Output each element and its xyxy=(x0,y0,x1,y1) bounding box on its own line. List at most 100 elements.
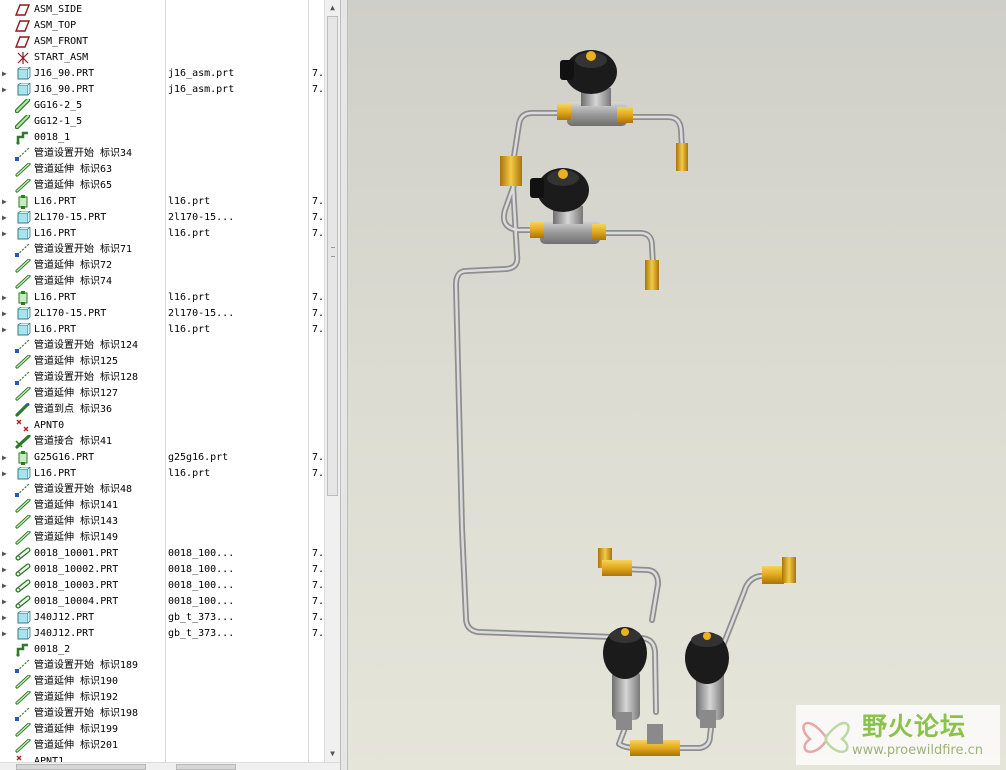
fitting-pair[interactable] xyxy=(598,548,796,584)
tree-row[interactable]: ▶ L16.PRT l16.prt 7. xyxy=(0,322,324,338)
tree-row[interactable]: 管道延伸 标识127 xyxy=(0,386,324,402)
tree-row-name: 0018_10003.PRT xyxy=(34,580,119,591)
tree-row[interactable]: 0018_1 xyxy=(0,130,324,146)
tree-row[interactable]: ▶ J16_90.PRT j16_asm.prt 7. xyxy=(0,82,324,98)
hscroll-thumb-right[interactable] xyxy=(176,764,236,770)
tree-row[interactable]: 管道设置开始 标识198 xyxy=(0,706,324,722)
tree-horizontal-scrollbar[interactable] xyxy=(0,762,340,770)
tree-row-column3: 7. xyxy=(312,212,325,223)
tree-row[interactable]: 管道延伸 标识125 xyxy=(0,354,324,370)
tree-row[interactable]: 管道延伸 标识199 xyxy=(0,722,324,738)
tree-row[interactable]: 管道设置开始 标识48 xyxy=(0,482,324,498)
tree-row[interactable]: 管道延伸 标识65 xyxy=(0,178,324,194)
scroll-up-arrow-icon[interactable]: ▲ xyxy=(325,0,340,15)
expand-arrow-icon[interactable]: ▶ xyxy=(2,210,10,226)
tree-row-name: START_ASM xyxy=(34,52,89,63)
tree-row-name: 管道延伸 标识63 xyxy=(34,164,113,175)
tree-row-file: 0018_100... xyxy=(168,564,235,575)
expand-arrow-icon[interactable]: ▶ xyxy=(2,610,10,626)
tree-row[interactable]: ▶ L16.PRT l16.prt 7. xyxy=(0,466,324,482)
tree-row[interactable]: 0018_2 xyxy=(0,642,324,658)
expand-arrow-icon[interactable]: ▶ xyxy=(2,322,10,338)
tree-row[interactable]: 管道设置开始 标识128 xyxy=(0,370,324,386)
solenoid-valve[interactable] xyxy=(557,50,688,171)
expand-arrow-icon[interactable]: ▶ xyxy=(2,594,10,610)
tree-row[interactable]: 管道设置开始 标识71 xyxy=(0,242,324,258)
tree-row[interactable]: APNT0 xyxy=(0,418,324,434)
expand-arrow-icon[interactable]: ▶ xyxy=(2,450,10,466)
tree-row[interactable]: ▶ L16.PRT l16.prt 7. xyxy=(0,194,324,210)
piping-model-view[interactable] xyxy=(348,0,1006,770)
panel-splitter[interactable] xyxy=(340,0,348,770)
part-icon xyxy=(15,211,31,225)
tree-row[interactable]: ▶ L16.PRT l16.prt 7. xyxy=(0,290,324,306)
tree-row[interactable]: ▶ 0018_10001.PRT 0018_100... 7. xyxy=(0,546,324,562)
pipe-extend-icon xyxy=(15,739,31,753)
tee-fitting[interactable] xyxy=(630,724,680,756)
tree-row-column3: 7. xyxy=(312,228,325,239)
tree-row[interactable]: ▶ 0018_10002.PRT 0018_100... 7. xyxy=(0,562,324,578)
tree-row[interactable]: START_ASM xyxy=(0,50,324,66)
expand-arrow-icon[interactable]: ▶ xyxy=(2,306,10,322)
butterfly-logo-icon xyxy=(802,721,850,754)
tree-row[interactable]: 管道延伸 标识192 xyxy=(0,690,324,706)
pipe-segment-icon xyxy=(15,99,31,113)
solenoid-valve[interactable] xyxy=(500,156,659,290)
solenoid-valve[interactable] xyxy=(685,632,729,728)
tree-row[interactable]: 管道延伸 标识149 xyxy=(0,530,324,546)
tree-row[interactable]: ▶ J40J12.PRT gb_t_373... 7. xyxy=(0,626,324,642)
tree-row[interactable]: ASM_TOP xyxy=(0,18,324,34)
tree-row[interactable]: ASM_SIDE xyxy=(0,2,324,18)
column-divider[interactable] xyxy=(308,0,309,762)
tree-row[interactable]: GG12-1_5 xyxy=(0,114,324,130)
tree-row[interactable]: 管道延伸 标识63 xyxy=(0,162,324,178)
pipeline-icon xyxy=(15,643,31,657)
expand-arrow-icon[interactable]: ▶ xyxy=(2,226,10,242)
scrollbar-thumb[interactable] xyxy=(327,16,338,496)
tree-row[interactable]: 管道延伸 标识141 xyxy=(0,498,324,514)
tree-row-name: 管道延伸 标识201 xyxy=(34,740,119,751)
expand-arrow-icon[interactable]: ▶ xyxy=(2,626,10,642)
pipeline-icon xyxy=(15,131,31,145)
tree-row[interactable]: 管道延伸 标识201 xyxy=(0,738,324,754)
expand-arrow-icon[interactable]: ▶ xyxy=(2,290,10,306)
tree-row-column3: 7. xyxy=(312,308,325,319)
expand-arrow-icon[interactable]: ▶ xyxy=(2,194,10,210)
expand-arrow-icon[interactable]: ▶ xyxy=(2,546,10,562)
tree-row[interactable]: 管道延伸 标识74 xyxy=(0,274,324,290)
pipe-start-icon xyxy=(15,371,31,385)
tree-row[interactable]: ASM_FRONT xyxy=(0,34,324,50)
expand-arrow-icon[interactable]: ▶ xyxy=(2,82,10,98)
tree-row[interactable]: ▶ J16_90.PRT j16_asm.prt 7. xyxy=(0,66,324,82)
expand-arrow-icon[interactable]: ▶ xyxy=(2,66,10,82)
pipe-extend-icon xyxy=(15,355,31,369)
tree-row[interactable]: ▶ 2L170-15.PRT 2l170-15... 7. xyxy=(0,210,324,226)
column-divider[interactable] xyxy=(165,0,166,762)
scroll-down-arrow-icon[interactable]: ▼ xyxy=(325,746,340,761)
expand-arrow-icon[interactable]: ▶ xyxy=(2,562,10,578)
expand-arrow-icon[interactable]: ▶ xyxy=(2,466,10,482)
tree-row-name: GG16-2_5 xyxy=(34,100,83,111)
tree-row[interactable]: ▶ 0018_10004.PRT 0018_100... 7. xyxy=(0,594,324,610)
tree-row[interactable]: ▶ J40J12.PRT gb_t_373... 7. xyxy=(0,610,324,626)
tree-vertical-scrollbar[interactable]: ▲ ▼ xyxy=(324,0,340,762)
tree-row[interactable]: GG16-2_5 xyxy=(0,98,324,114)
tree-row[interactable]: ▶ L16.PRT l16.prt 7. xyxy=(0,226,324,242)
tree-row[interactable]: 管道接合 标识41 xyxy=(0,434,324,450)
tree-row[interactable]: 管道延伸 标识72 xyxy=(0,258,324,274)
tree-row[interactable]: 管道设置开始 标识124 xyxy=(0,338,324,354)
tree-row[interactable]: 管道设置开始 标识189 xyxy=(0,658,324,674)
tree-row[interactable]: ▶ 2L170-15.PRT 2l170-15... 7. xyxy=(0,306,324,322)
solenoid-valve[interactable] xyxy=(603,627,647,730)
grip-icon xyxy=(331,247,335,257)
hscroll-thumb-left[interactable] xyxy=(16,764,146,770)
part-icon xyxy=(15,83,31,97)
tree-row[interactable]: ▶ G25G16.PRT g25g16.prt 7. xyxy=(0,450,324,466)
tree-row[interactable]: ▶ 0018_10003.PRT 0018_100... 7. xyxy=(0,578,324,594)
graphics-viewport[interactable]: 野火论坛 www.proewildfire.cn xyxy=(348,0,1006,770)
tree-row[interactable]: 管道延伸 标识143 xyxy=(0,514,324,530)
tree-row[interactable]: 管道设置开始 标识34 xyxy=(0,146,324,162)
tree-row[interactable]: 管道延伸 标识190 xyxy=(0,674,324,690)
tree-row[interactable]: 管道到点 标识36 xyxy=(0,402,324,418)
expand-arrow-icon[interactable]: ▶ xyxy=(2,578,10,594)
